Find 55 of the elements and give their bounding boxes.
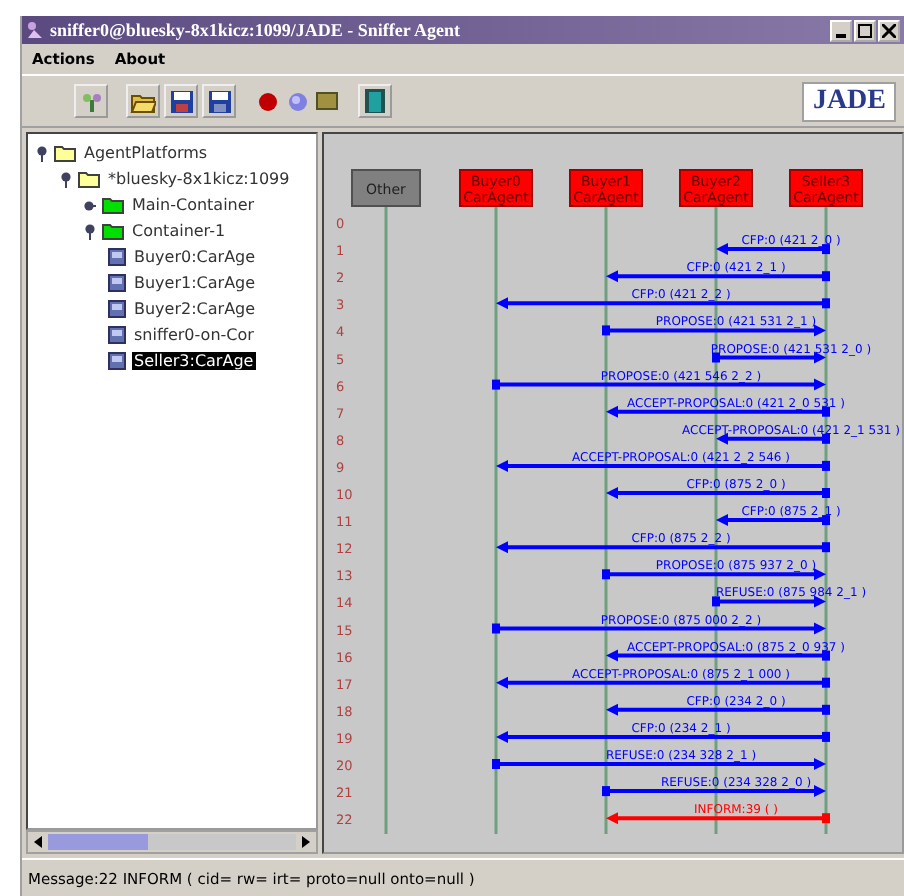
tree-item[interactable]: Buyer2:CarAge [132, 300, 258, 318]
agent-icon [108, 300, 126, 318]
folder-icon [102, 222, 124, 240]
expand-handle-icon[interactable] [84, 197, 96, 213]
maximize-button[interactable] [854, 19, 876, 41]
scroll-thumb[interactable] [48, 834, 148, 850]
tree-item[interactable]: Buyer0:CarAge [132, 248, 258, 266]
folder-icon [102, 196, 124, 214]
message-arrow[interactable] [602, 324, 826, 337]
save-icon[interactable] [202, 84, 236, 118]
message-arrow[interactable] [606, 270, 830, 283]
folder-icon [78, 170, 100, 188]
close-button[interactable] [878, 19, 900, 41]
message-arrow[interactable] [712, 595, 826, 608]
message-arrow[interactable] [716, 243, 830, 256]
tree-item[interactable]: Container-1 [130, 222, 228, 240]
folder-icon [54, 144, 76, 162]
agent-box[interactable] [569, 169, 643, 207]
agent-icon [108, 326, 126, 344]
agent-icon [108, 274, 126, 292]
minimize-button[interactable] [830, 19, 852, 41]
message-arrow[interactable] [712, 351, 826, 364]
tree-item[interactable]: Main-Container [130, 196, 257, 214]
message-arrow[interactable] [602, 568, 826, 581]
sniffer-tool-icon[interactable] [74, 84, 108, 118]
agent-box[interactable] [459, 169, 533, 207]
open-folder-icon[interactable] [126, 84, 160, 118]
jade-logo: JADE [802, 81, 896, 121]
horizontal-scrollbar[interactable] [26, 830, 318, 854]
exit-door-icon[interactable] [358, 84, 392, 118]
app-icon [26, 20, 44, 40]
message-arrow[interactable] [606, 487, 830, 499]
maximize-icon [858, 23, 872, 37]
window-title: sniffer0@bluesky-8x1kicz:1099/JADE - Sniffer Agent [50, 20, 460, 40]
agent-icon [108, 352, 126, 370]
agent-icon [108, 248, 126, 266]
tree-item[interactable]: Buyer1:CarAge [132, 274, 258, 292]
expand-handle-icon[interactable] [36, 145, 48, 161]
expand-handle-icon[interactable] [84, 223, 96, 239]
message-arrow[interactable] [496, 541, 830, 554]
message-arrow[interactable] [716, 514, 830, 527]
agent-box[interactable] [351, 169, 421, 207]
message-arrow[interactable] [716, 432, 830, 445]
message-arrow[interactable] [492, 758, 826, 770]
save-as-icon[interactable] [164, 84, 198, 118]
tree-item[interactable]: Seller3:CarAge [132, 352, 256, 370]
agent-box[interactable] [679, 169, 753, 207]
message-arrow[interactable] [602, 785, 826, 798]
agent-box[interactable] [789, 169, 863, 207]
tree-item[interactable]: AgentPlatforms [82, 144, 210, 162]
close-icon [882, 23, 896, 37]
expand-handle-icon[interactable] [60, 171, 72, 187]
message-arrow[interactable] [496, 297, 830, 310]
tree-item[interactable]: *bluesky-8x1kicz:1099 [106, 170, 292, 188]
tree-item[interactable]: sniffer0-on-Cor [132, 326, 256, 344]
